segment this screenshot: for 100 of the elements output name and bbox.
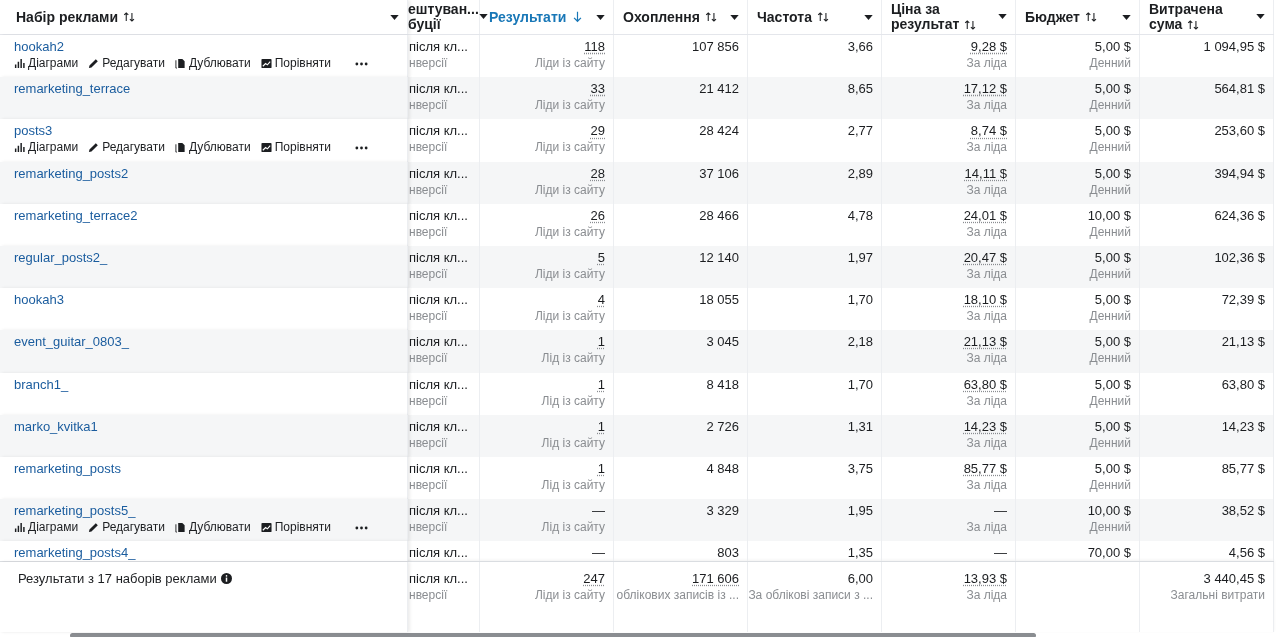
caret-icon[interactable] — [596, 14, 605, 20]
caret-icon[interactable] — [478, 13, 488, 19]
reach-value: 107 856 — [692, 38, 739, 55]
ad-set-link[interactable]: regular_posts2_ — [14, 248, 108, 266]
caret-icon[interactable] — [1122, 14, 1131, 20]
more-icon[interactable] — [355, 525, 368, 530]
results-value: 4 — [597, 291, 605, 309]
row-action[interactable]: Діаграми — [14, 519, 79, 537]
attribution-subtext: нверсії — [409, 308, 449, 326]
ad-set-link[interactable]: remarketing_posts2 — [14, 164, 129, 182]
column-header[interactable]: Результати — [489, 9, 567, 25]
frequency-value: 1,95 — [847, 502, 873, 520]
row-action[interactable]: Дублювати — [174, 519, 251, 537]
column-header[interactable]: Набір реклами — [16, 9, 119, 25]
attribution-text: після кл... — [409, 375, 469, 393]
column-header[interactable]: ештуван... — [408, 2, 479, 17]
spent-value: 564,81 $ — [1214, 80, 1265, 98]
ad-set-link[interactable]: hookah3 — [14, 291, 64, 309]
column-header[interactable]: Частота — [757, 9, 812, 25]
sort-icon[interactable] — [1084, 11, 1098, 23]
ad-set-link[interactable]: remarketing_terrace — [14, 80, 131, 98]
cost-label: За ліда — [966, 476, 1007, 494]
frequency-value: 1,70 — [847, 291, 873, 309]
results-label: Лід із сайту — [541, 350, 605, 368]
budget-label: Денний — [1089, 139, 1131, 157]
reach-total: 171 606 — [692, 570, 739, 587]
caret-icon[interactable] — [864, 14, 873, 20]
more-icon[interactable] — [355, 61, 368, 66]
reach-value: 3 329 — [706, 502, 739, 520]
results-label: Ліди із сайту — [534, 139, 605, 157]
attribution-subtext: нверсії — [409, 55, 449, 72]
frequency-value: 1,35 — [847, 544, 873, 561]
attribution-text: після кл... — [409, 122, 469, 140]
sort-icon[interactable] — [704, 11, 718, 23]
caret-icon[interactable] — [730, 14, 739, 20]
results-label: Ліди із сайту — [534, 97, 605, 115]
budget-value: 5,00 $ — [1094, 459, 1131, 477]
scrollbar-thumb[interactable] — [70, 633, 1036, 637]
cost-label: За ліда — [966, 392, 1007, 410]
sort-icon[interactable] — [816, 11, 830, 23]
column-header[interactable]: результат — [891, 17, 960, 32]
trend-chart-icon — [260, 142, 272, 154]
row-action[interactable]: Дублювати — [174, 55, 251, 72]
attribution-text: після кл... — [409, 502, 469, 520]
ad-set-link[interactable]: branch1_ — [14, 375, 69, 393]
ad-set-link[interactable]: hookah2 — [14, 38, 64, 55]
frequency-value: 4,78 — [847, 206, 873, 224]
cost-label: За ліда — [966, 265, 1007, 283]
budget-label: Денний — [1089, 519, 1131, 537]
cost-label: За ліда — [966, 434, 1007, 452]
row-action[interactable]: Порівняти — [260, 139, 331, 157]
attribution-subtext: нверсії — [409, 181, 449, 199]
budget-label: Денний — [1089, 265, 1131, 283]
budget-value: 5,00 $ — [1094, 164, 1131, 182]
row-action[interactable]: Редагувати — [88, 519, 165, 537]
row-action[interactable]: Діаграми — [14, 55, 79, 72]
caret-icon[interactable] — [1256, 13, 1265, 19]
row-action[interactable]: Дублювати — [174, 139, 251, 157]
row-action[interactable]: Діаграми — [14, 139, 79, 157]
cost-value: 8,74 $ — [970, 122, 1007, 140]
column-header[interactable]: буції — [408, 17, 441, 32]
budget-label: Денний — [1089, 476, 1131, 494]
results-total: 247 — [583, 570, 605, 587]
ad-set-link[interactable]: remarketing_terrace2 — [14, 206, 138, 224]
sort-icon[interactable] — [1187, 18, 1201, 31]
cost-label: За ліда — [966, 55, 1007, 72]
info-icon[interactable] — [220, 573, 232, 584]
sort-icon[interactable] — [123, 11, 137, 23]
results-value: — — [592, 502, 605, 520]
ad-set-link[interactable]: remarketing_posts4_ — [14, 544, 136, 561]
row-action[interactable]: Порівняти — [260, 55, 331, 72]
column-header[interactable]: Охоплення — [623, 9, 700, 25]
sort-icon[interactable] — [964, 18, 978, 31]
ad-set-link[interactable]: marko_kvitka1 — [14, 417, 98, 435]
attribution-text: після кл... — [409, 570, 469, 587]
cost-value: 20,47 $ — [963, 248, 1007, 266]
attribution-text: після кл... — [409, 164, 469, 182]
column-header[interactable]: Бюджет — [1025, 9, 1080, 25]
column-header[interactable]: сума — [1149, 17, 1183, 32]
cost-label: За ліда — [966, 97, 1007, 115]
more-icon[interactable] — [355, 145, 368, 150]
ad-set-link[interactable]: remarketing_posts — [14, 459, 121, 477]
attribution-subtext: нверсії — [409, 392, 449, 410]
column-header[interactable]: Ціна за — [891, 2, 940, 17]
ad-set-link[interactable]: remarketing_posts5_ — [14, 502, 136, 520]
cost-label: За ліда — [966, 587, 1007, 604]
row-action[interactable]: Редагувати — [88, 55, 165, 72]
budget-label: Денний — [1089, 55, 1131, 72]
column-header[interactable]: Витрачена — [1149, 2, 1223, 17]
row-action[interactable]: Порівняти — [260, 519, 331, 537]
ad-set-link[interactable]: event_guitar_0803_ — [14, 333, 129, 351]
ad-set-link[interactable]: posts3 — [14, 122, 53, 140]
reach-value: 21 412 — [699, 80, 739, 98]
spent-value: 63,80 $ — [1221, 375, 1265, 393]
results-value: 26 — [590, 206, 605, 224]
cost-value: 14,11 $ — [964, 164, 1007, 182]
budget-label: Денний — [1089, 223, 1131, 241]
caret-icon[interactable] — [390, 14, 399, 20]
row-action[interactable]: Редагувати — [88, 139, 165, 157]
caret-icon[interactable] — [998, 13, 1007, 19]
